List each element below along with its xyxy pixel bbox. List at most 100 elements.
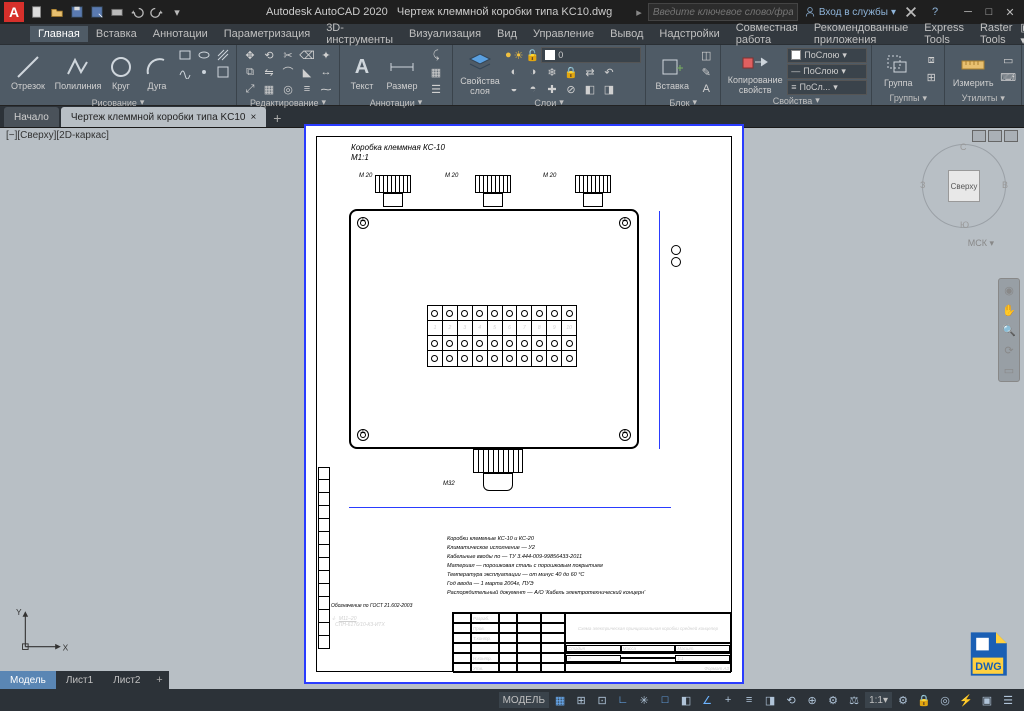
polar-icon[interactable]: ✳ [634,691,654,709]
text-button[interactable]: AТекст [344,53,380,91]
panel-groups-title[interactable]: Группы ▾ [876,91,940,105]
layer-dropdown[interactable]: 0 [541,47,641,63]
nav-zoom-icon[interactable]: 🔍 [1001,322,1017,338]
ungroup-icon[interactable]: ⧈ [922,53,940,69]
panel-annot-title[interactable]: Аннотации ▾ [344,97,448,108]
annomonitor-icon[interactable]: ⊕ [802,691,822,709]
tab-view[interactable]: Вид [489,26,525,42]
region-icon[interactable] [214,64,232,80]
matchprops-button[interactable]: Копирование свойств [725,47,785,95]
color-dropdown[interactable]: ПоСлою ▾ [787,48,867,63]
layer-s4-icon[interactable]: ⊘ [562,81,580,97]
plot-icon[interactable] [108,3,126,21]
isolate-icon[interactable]: ◎ [935,691,955,709]
save-icon[interactable] [68,3,86,21]
panel-layers-title[interactable]: Слои ▾ [457,97,641,108]
cleanscreen-icon[interactable]: ▣ [977,691,997,709]
align-icon[interactable]: ≡ [298,81,316,97]
layer-lock2-icon[interactable]: 🔒 [562,64,580,80]
custom-icon[interactable]: ☰ [998,691,1018,709]
layer-s1-icon[interactable]: ◒ [505,81,523,97]
viewcube-face[interactable]: Сверху [948,170,980,202]
tab-insert[interactable]: Вставка [88,26,145,42]
layer-s3-icon[interactable]: ✚ [543,81,561,97]
point-icon[interactable] [195,64,213,80]
close-button[interactable]: ✕ [1000,4,1020,20]
annoscale-icon[interactable]: ⚖ [844,691,864,709]
mtext-icon[interactable]: ☰ [424,81,448,97]
dyn-icon[interactable]: + [718,691,738,709]
drawing-canvas[interactable]: [−][Сверху][2D-каркас] Коробка клеммная … [0,128,1024,689]
array-icon[interactable]: ▦ [260,81,278,97]
vp-min-icon[interactable] [972,130,986,142]
mirror-icon[interactable]: ⇋ [260,64,278,80]
maximize-button[interactable]: □ [979,4,999,20]
attr-block-icon[interactable]: A [696,81,716,97]
arc-button[interactable]: Дуга [140,53,174,91]
tab-featured[interactable]: Рекомендованные приложения [806,20,916,48]
hwacc-icon[interactable]: ⚡ [956,691,976,709]
hatch-icon[interactable] [214,47,232,63]
panel-utils-title[interactable]: Утилиты ▾ [949,91,1017,105]
nav-wheel-icon[interactable]: ◉ [1001,282,1017,298]
snap-icon[interactable]: ⊞ [571,691,591,709]
leader-icon[interactable]: ⤹ [424,47,448,63]
ortho-icon[interactable]: ∟ [613,691,633,709]
app-logo[interactable]: A [4,2,24,22]
grid-icon[interactable]: ▦ [550,691,570,709]
tab-addins[interactable]: Надстройки [651,26,727,42]
tab-raster[interactable]: Raster Tools [972,20,1020,48]
help-icon[interactable]: ? [926,3,944,21]
qat-dropdown-icon[interactable]: ▾ [168,3,186,21]
panel-props-title[interactable]: Свойства ▾ [725,95,867,106]
open-icon[interactable] [48,3,66,21]
insert-block-button[interactable]: Вставка [650,53,694,91]
nav-orbit-icon[interactable]: ⟳ [1001,342,1017,358]
ui-lock-icon[interactable]: 🔒 [914,691,934,709]
nav-show-icon[interactable]: ▭ [1001,362,1017,378]
panel-block-title[interactable]: Блок ▾ [650,97,716,108]
copy-icon[interactable]: ⧉ [241,64,259,80]
polyline-button[interactable]: Полилиния [54,53,102,91]
break-icon[interactable]: ⁓ [317,81,335,97]
wcs-label[interactable]: МСК ▾ [968,238,994,249]
redo-icon[interactable] [148,3,166,21]
infer-icon[interactable]: ⊡ [592,691,612,709]
lwt-icon[interactable]: ≡ [739,691,759,709]
rotate-icon[interactable]: ⟲ [260,47,278,63]
tab-model[interactable]: Модель [0,671,56,689]
signin-link[interactable]: Вход в службы ▾ [804,6,896,18]
layer-lock-icon[interactable]: 🔓 [526,49,540,62]
status-model[interactable]: МОДЕЛЬ [499,692,549,708]
tab-express[interactable]: Express Tools [916,20,972,48]
tab-parametric[interactable]: Параметризация [216,26,318,42]
chamfer-icon[interactable]: ◣ [298,64,316,80]
layer-s5-icon[interactable]: ◧ [581,81,599,97]
ellipse-icon[interactable] [195,47,213,63]
tab-start[interactable]: Начало [4,107,59,127]
workspace-icon[interactable]: ⚙ [893,691,913,709]
anno-scale[interactable]: 1:1 ▾ [865,692,892,708]
layer-freeze-icon[interactable]: ☀ [514,49,524,62]
tab-output[interactable]: Вывод [602,26,651,42]
dimension-button[interactable]: Размер [382,53,422,91]
3dosnap-icon[interactable]: ◧ [676,691,696,709]
trim-icon[interactable]: ✂ [279,47,297,63]
close-icon[interactable]: × [250,112,256,123]
add-layout-button[interactable]: + [151,674,169,686]
viewcube[interactable]: Сверху С В Ю З [922,144,1006,228]
spline-icon[interactable] [176,64,194,80]
ribbon-expand-icon[interactable]: ▣ ▾ [1020,21,1024,47]
tab-sheet1[interactable]: Лист1 [56,671,103,689]
layer-off-icon[interactable]: ◐ [505,64,523,80]
tab-collab[interactable]: Совместная работа [728,20,806,48]
line-button[interactable]: Отрезок [4,53,52,91]
linetype-dropdown[interactable]: ≡ ПоСл... ▾ [787,80,867,95]
layer-bulb-icon[interactable]: ● [505,49,512,61]
erase-icon[interactable]: ⌫ [298,47,316,63]
move-icon[interactable]: ✥ [241,47,259,63]
layer-iso-icon[interactable]: ◑ [524,64,542,80]
layer-frz-icon[interactable]: ❄ [543,64,561,80]
layer-s2-icon[interactable]: ◓ [524,81,542,97]
search-input[interactable] [648,3,798,21]
